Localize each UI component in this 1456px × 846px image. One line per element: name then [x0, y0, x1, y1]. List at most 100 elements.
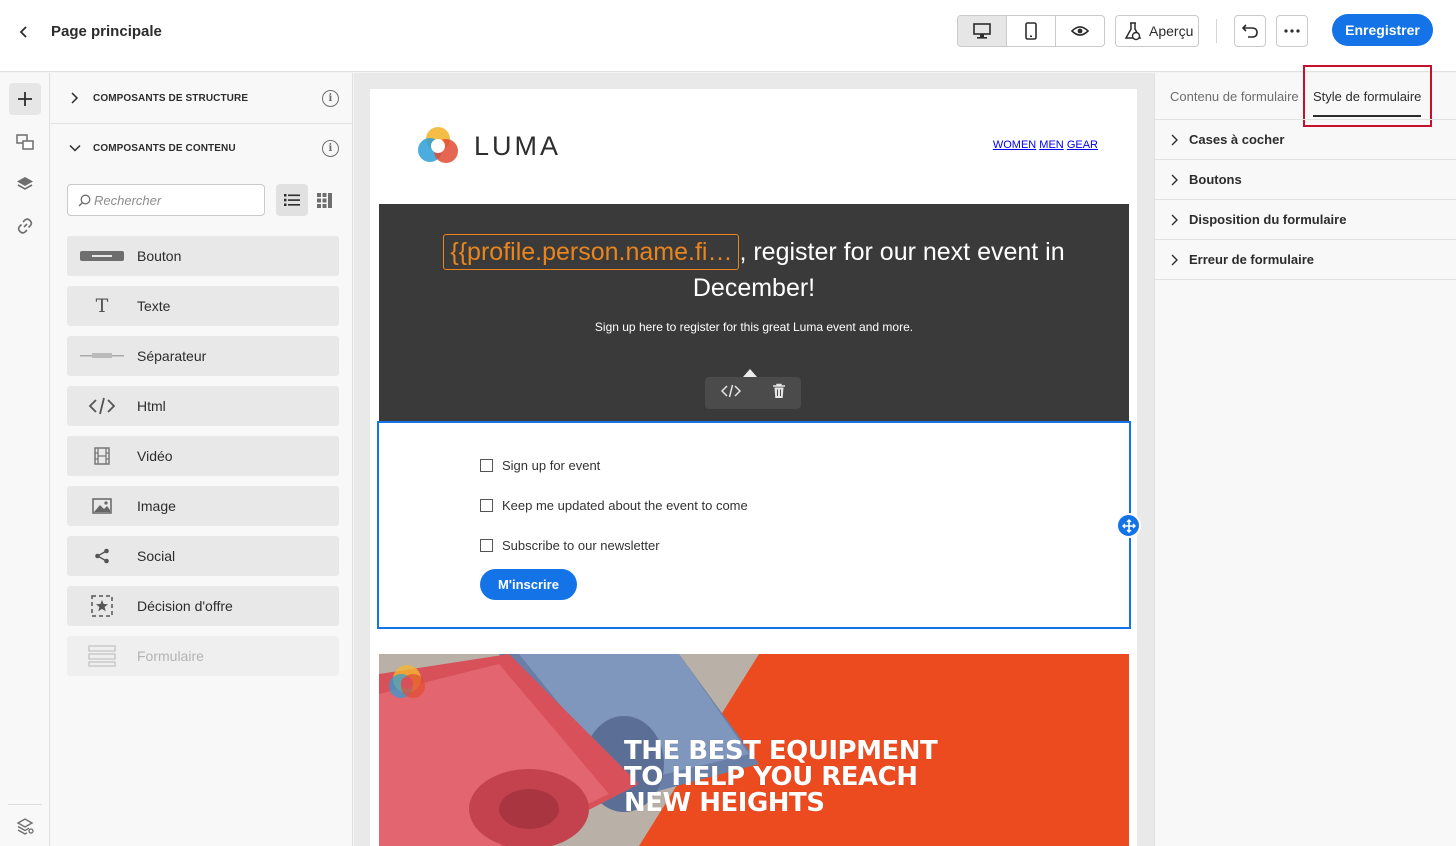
tab-form-content[interactable]: Contenu de formulaire: [1170, 89, 1299, 104]
nav-link-women[interactable]: WOMEN: [993, 139, 1036, 151]
nav-link-men[interactable]: MEN: [1039, 139, 1063, 151]
component-form: Formulaire: [67, 636, 339, 676]
more-icon: [1284, 29, 1300, 33]
component-label: Séparateur: [137, 348, 207, 364]
component-label: Social: [137, 548, 176, 564]
content-components-header[interactable]: COMPOSANTS DE CONTENU i: [51, 123, 353, 173]
chevron-right-icon: [1170, 134, 1189, 146]
video-icon: [67, 447, 137, 465]
component-toolbar: [705, 377, 801, 409]
links-button[interactable]: [9, 210, 41, 242]
component-label: Bouton: [137, 248, 182, 264]
component-divider[interactable]: Séparateur: [67, 336, 339, 376]
checkbox-label: Sign up for event: [502, 458, 601, 473]
editor-canvas: LUMA WOMEN MEN GEAR {{profile.person.nam…: [354, 73, 1154, 846]
form-submit-button[interactable]: M'inscrire: [480, 569, 577, 600]
hero-section[interactable]: {{profile.person.name.fi…, register for …: [379, 204, 1129, 421]
toolbar-notch: [743, 369, 757, 377]
luma-logo: LUMA: [416, 124, 561, 168]
undo-button[interactable]: [1234, 15, 1266, 47]
banner-line: NEW HEIGHTS: [624, 788, 825, 818]
assets-button[interactable]: [9, 126, 41, 158]
grid-view-button[interactable]: [308, 184, 340, 216]
banner-image[interactable]: THE BEST EQUIPMENT TO HELP YOU REACH NEW…: [379, 654, 1129, 846]
mobile-view-button[interactable]: [1007, 16, 1056, 46]
back-button[interactable]: [12, 20, 36, 44]
structure-components-header[interactable]: COMPOSANTS DE STRUCTURE i: [51, 73, 353, 123]
component-label: Formulaire: [137, 648, 204, 664]
checkbox[interactable]: [480, 539, 493, 552]
chevron-right-icon: [1170, 254, 1189, 266]
checkbox-label: Keep me updated about the event to come: [502, 498, 748, 513]
section-label: Erreur de formulaire: [1189, 252, 1314, 267]
section-form-layout[interactable]: Disposition du formulaire: [1155, 200, 1456, 240]
chevron-left-icon: [19, 26, 27, 38]
more-options-button[interactable]: [1276, 15, 1308, 47]
section-form-error[interactable]: Erreur de formulaire: [1155, 240, 1456, 280]
list-view-button[interactable]: [276, 184, 308, 216]
preview-eye-button[interactable]: [1056, 16, 1104, 46]
chevron-right-icon: [69, 92, 83, 104]
section-buttons[interactable]: Boutons: [1155, 160, 1456, 200]
email-nav: WOMEN MEN GEAR: [993, 139, 1098, 151]
checkbox-newsletter[interactable]: Subscribe to our newsletter: [480, 538, 660, 553]
section-label: Disposition du formulaire: [1189, 212, 1347, 227]
code-icon[interactable]: [720, 384, 741, 403]
banner-line: THE BEST EQUIPMENT: [624, 736, 938, 766]
chevron-right-icon: [1170, 174, 1189, 186]
properties-panel: Contenu de formulaire Style de formulair…: [1154, 65, 1456, 846]
link-icon: [17, 218, 33, 234]
eye-icon: [1071, 26, 1089, 36]
components-search-input[interactable]: Rechercher: [67, 184, 265, 216]
section-checkboxes[interactable]: Cases à cocher: [1155, 120, 1456, 160]
chevron-down-icon: [69, 143, 83, 153]
info-icon[interactable]: i: [322, 140, 339, 157]
section-label: Boutons: [1189, 172, 1242, 187]
component-text[interactable]: T Texte: [67, 286, 339, 326]
nav-link-gear[interactable]: GEAR: [1067, 139, 1098, 151]
component-social[interactable]: Social: [67, 536, 339, 576]
info-icon[interactable]: i: [322, 90, 339, 107]
move-handle-icon[interactable]: [1116, 513, 1141, 538]
layers-icon: [17, 177, 33, 190]
content-components-label: COMPOSANTS DE CONTENU: [93, 142, 236, 154]
view-mode-group: [957, 15, 1105, 47]
component-video[interactable]: Vidéo: [67, 436, 339, 476]
add-components-button[interactable]: [9, 83, 41, 115]
component-label: Image: [137, 498, 176, 514]
checkbox-sign-up[interactable]: Sign up for event: [480, 458, 600, 473]
page-title: Page principale: [51, 23, 162, 40]
hero-subtitle: Sign up here to register for this great …: [594, 320, 914, 334]
component-offer-decision[interactable]: Décision d'offre: [67, 586, 339, 626]
desktop-view-button[interactable]: [958, 16, 1007, 46]
checkbox-keep-updated[interactable]: Keep me updated about the event to come: [480, 498, 748, 513]
structure-components-label: COMPOSANTS DE STRUCTURE: [93, 92, 249, 104]
component-image[interactable]: Image: [67, 486, 339, 526]
mobile-icon: [1025, 22, 1037, 40]
left-rail: [0, 73, 50, 846]
simulate-preview-button[interactable]: Aperçu: [1115, 15, 1199, 47]
personalization-token[interactable]: {{profile.person.name.fi…: [443, 234, 740, 270]
form-component[interactable]: Sign up for event Keep me updated about …: [377, 421, 1131, 629]
trash-icon[interactable]: [772, 383, 786, 404]
component-label: Html: [137, 398, 166, 414]
component-html[interactable]: Html: [67, 386, 339, 426]
stack-settings-icon: [16, 818, 34, 835]
component-button[interactable]: Bouton: [67, 236, 339, 276]
section-label: Cases à cocher: [1189, 132, 1285, 147]
checkbox[interactable]: [480, 459, 493, 472]
search-placeholder: Rechercher: [94, 192, 162, 208]
banner-headline: THE BEST EQUIPMENT TO HELP YOU REACH NEW…: [624, 736, 938, 818]
button-icon: [67, 251, 137, 261]
component-label: Texte: [137, 298, 171, 314]
checkbox[interactable]: [480, 499, 493, 512]
desktop-icon: [973, 23, 991, 39]
assets-icon: [16, 134, 34, 150]
save-button[interactable]: Enregistrer: [1332, 14, 1433, 46]
settings-layers-button[interactable]: [9, 810, 41, 842]
layers-button[interactable]: [9, 168, 41, 200]
hero-title: {{profile.person.name.fi…, register for …: [379, 234, 1129, 306]
divider-icon: [67, 352, 137, 360]
apercu-label: Aperçu: [1149, 23, 1194, 39]
image-icon: [67, 498, 137, 514]
